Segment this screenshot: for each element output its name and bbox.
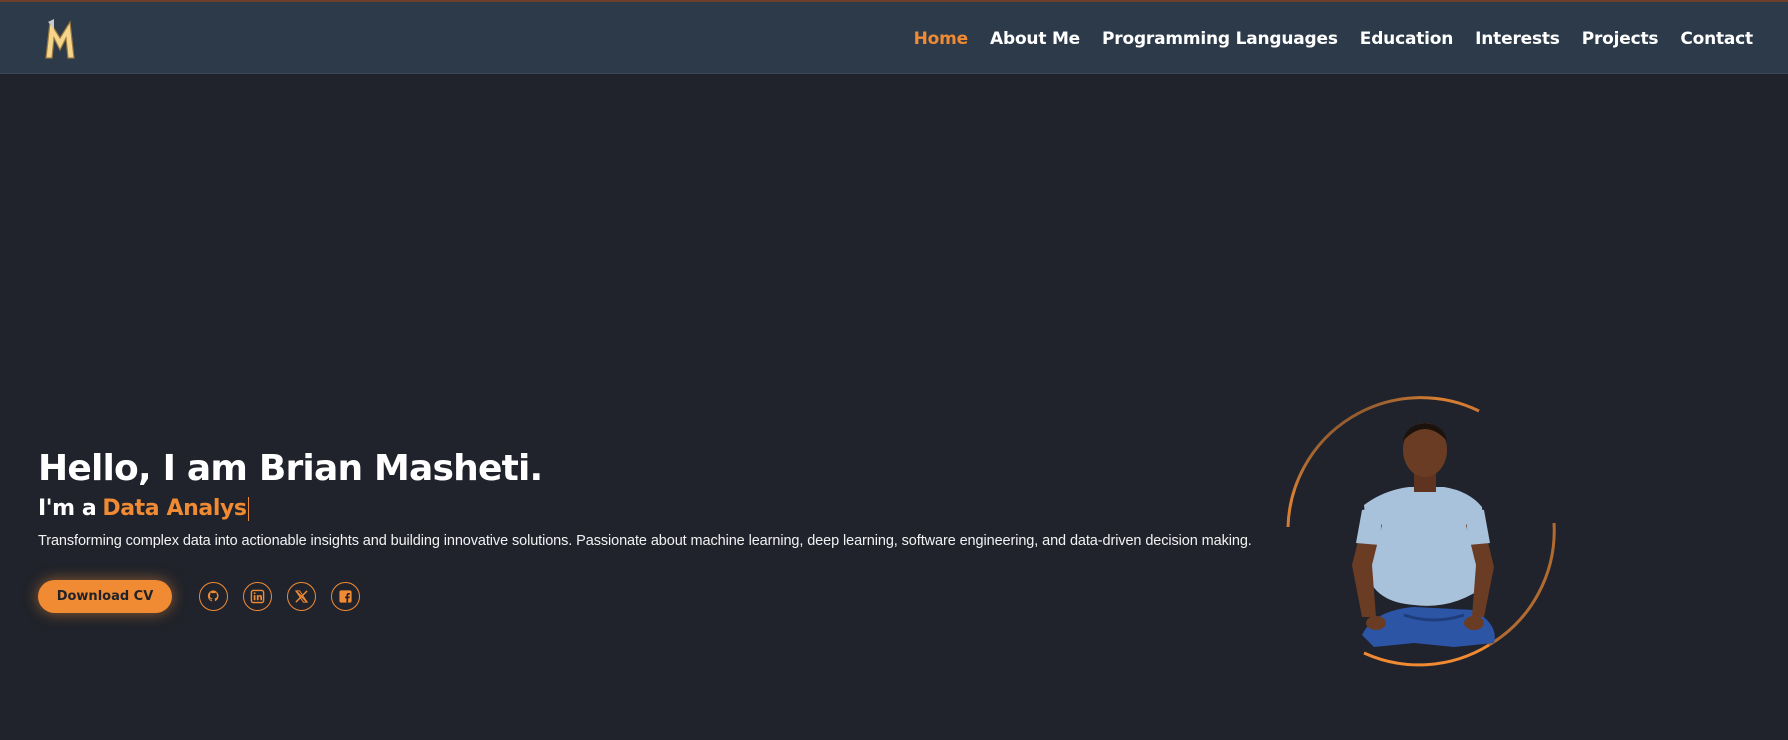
nav-home[interactable]: Home: [914, 29, 969, 49]
hero-role: I'm a Data Analys: [38, 496, 1252, 521]
hero-greeting: Hello, I am Brian Masheti.: [38, 448, 543, 489]
social-links: [199, 582, 360, 611]
linkedin-link[interactable]: [243, 582, 272, 611]
nav-contact[interactable]: Contact: [1680, 29, 1753, 49]
hero-actions: Download CV: [38, 580, 360, 613]
profile-portrait-illustration: [1286, 396, 1556, 667]
linkedin-icon: [250, 589, 265, 604]
hero-intro: Hello, I am Brian Masheti. I'm a Data An…: [38, 446, 1252, 549]
nav-about-me[interactable]: About Me: [990, 29, 1080, 49]
x-twitter-link[interactable]: [287, 582, 316, 611]
profile-photo: [1284, 395, 1558, 669]
top-navbar: Home About Me Programming Languages Educ…: [0, 0, 1788, 74]
site-logo[interactable]: [42, 18, 78, 60]
nav-programming-languages[interactable]: Programming Languages: [1102, 29, 1338, 49]
facebook-link[interactable]: [331, 582, 360, 611]
nav-projects[interactable]: Projects: [1582, 29, 1659, 49]
facebook-icon: [339, 590, 352, 603]
typing-cursor: [247, 496, 249, 521]
main-nav: Home About Me Programming Languages Educ…: [914, 2, 1754, 76]
hero-tagline: Transforming complex data into actionabl…: [38, 533, 1252, 549]
role-prefix: I'm a: [38, 496, 97, 521]
nav-education[interactable]: Education: [1360, 29, 1454, 49]
logo-m-icon: [45, 19, 75, 59]
x-twitter-icon: [294, 590, 309, 603]
role-typed-text: Data Analys: [102, 496, 247, 521]
github-link[interactable]: [199, 582, 228, 611]
nav-interests[interactable]: Interests: [1475, 29, 1560, 49]
download-cv-button[interactable]: Download CV: [38, 580, 172, 613]
github-icon: [207, 590, 219, 602]
